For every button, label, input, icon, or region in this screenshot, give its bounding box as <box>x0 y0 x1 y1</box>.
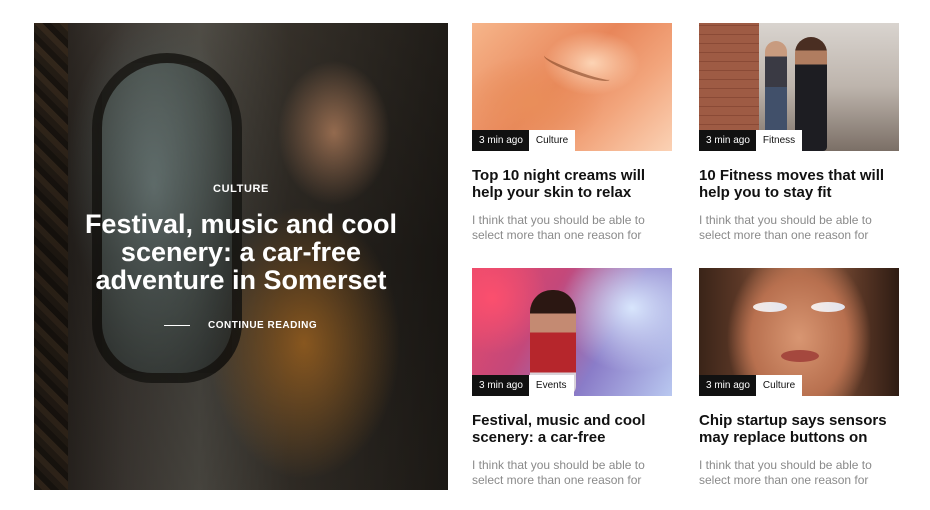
continue-reading-label: CONTINUE READING <box>208 320 318 331</box>
hero-category[interactable]: CULTURE <box>34 183 448 195</box>
article-meta: 3 min ago Culture <box>472 130 576 151</box>
thumbnail-lips <box>781 350 819 362</box>
article-thumbnail[interactable]: 3 min ago Culture <box>472 23 672 151</box>
article-excerpt: I think that you should be able to selec… <box>472 458 645 487</box>
article-title[interactable]: Chip startup says sensors may replace bu… <box>699 412 899 446</box>
article-thumbnail[interactable]: 3 min ago Events <box>472 268 672 396</box>
article-meta: 3 min ago Culture <box>699 375 803 396</box>
cta-line-decoration <box>164 324 190 327</box>
article-card[interactable]: 3 min ago Culture Chip startup says sens… <box>699 268 899 488</box>
article-time: 3 min ago <box>472 130 529 151</box>
article-time: 3 min ago <box>699 130 756 151</box>
article-card[interactable]: 3 min ago Events Festival, music and coo… <box>472 268 672 488</box>
hero-title[interactable]: Festival, music and cool scenery: a car-… <box>54 210 428 294</box>
article-title[interactable]: 10 Fitness moves that will help you to s… <box>699 167 899 201</box>
continue-reading-link[interactable]: CONTINUE READING <box>164 320 317 331</box>
article-meta: 3 min ago Fitness <box>699 130 803 151</box>
article-time: 3 min ago <box>472 375 529 396</box>
article-category[interactable]: Events <box>528 375 574 396</box>
article-time: 3 min ago <box>699 375 756 396</box>
thumbnail-eye <box>811 302 845 312</box>
article-category[interactable]: Fitness <box>755 130 803 151</box>
article-thumbnail[interactable]: 3 min ago Fitness <box>699 23 899 151</box>
hero-article[interactable]: CULTURE Festival, music and cool scenery… <box>34 23 448 490</box>
article-excerpt: I think that you should be able to selec… <box>472 213 645 242</box>
hero-content: CULTURE Festival, music and cool scenery… <box>34 23 448 490</box>
article-category[interactable]: Culture <box>528 130 576 151</box>
article-excerpt: I think that you should be able to selec… <box>699 458 872 487</box>
thumbnail-eye <box>753 302 787 312</box>
article-category[interactable]: Culture <box>755 375 803 396</box>
article-excerpt: I think that you should be able to selec… <box>699 213 872 242</box>
article-title[interactable]: Top 10 night creams will help your skin … <box>472 167 672 201</box>
article-title[interactable]: Festival, music and cool scenery: a car-… <box>472 412 672 446</box>
article-thumbnail[interactable]: 3 min ago Culture <box>699 268 899 396</box>
article-card[interactable]: 3 min ago Culture Top 10 night creams wi… <box>472 23 672 243</box>
article-card[interactable]: 3 min ago Fitness 10 Fitness moves that … <box>699 23 899 243</box>
article-meta: 3 min ago Events <box>472 375 574 396</box>
